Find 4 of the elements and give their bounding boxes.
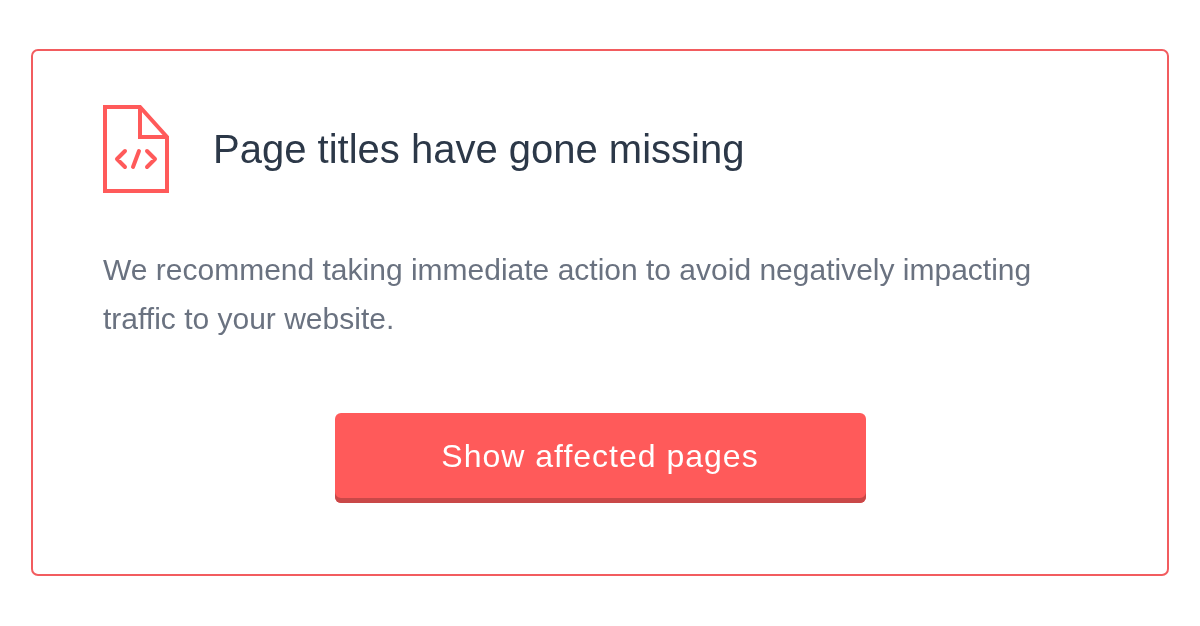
alert-message: We recommend taking immediate action to avoid negatively impacting traffic to your website. xyxy=(103,252,1033,337)
show-affected-pages-button[interactable]: Show affected pages xyxy=(334,413,866,503)
alert-title: Page titles have gone missing xyxy=(213,126,745,172)
code-file-icon xyxy=(103,105,169,193)
